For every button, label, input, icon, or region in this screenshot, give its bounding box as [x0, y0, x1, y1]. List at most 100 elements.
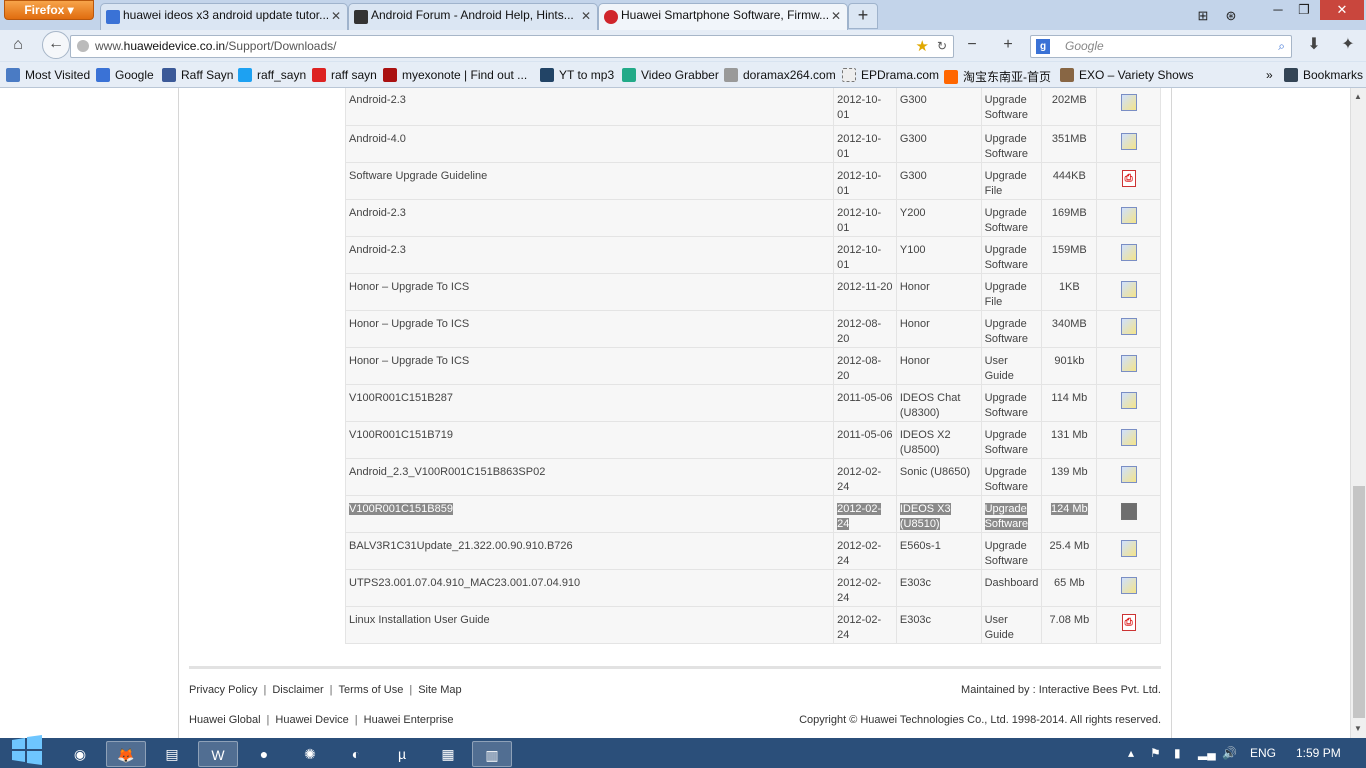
volume-icon[interactable]: 🔊 [1222, 746, 1237, 760]
close-tab-icon[interactable]: ✕ [331, 9, 341, 23]
device-model: IDEOS X3 (U8510) [899, 503, 951, 530]
home-icon[interactable]: ⌂ [6, 33, 30, 57]
app-taskbar-icon[interactable]: ● [244, 741, 284, 767]
bookmark-raff-sayn-youtube[interactable]: raff sayn [312, 68, 377, 82]
downloads-icon[interactable]: ⬇ [1302, 33, 1326, 57]
vertical-scrollbar[interactable]: ▲ ▼ [1350, 88, 1366, 738]
action-center-flag-icon[interactable]: ⚑ [1150, 746, 1161, 760]
app-taskbar-icon[interactable]: ◐ [336, 741, 376, 767]
new-tab-button[interactable]: + [848, 3, 878, 29]
huawei-enterprise-link[interactable]: Huawei Enterprise [364, 714, 454, 726]
language-indicator[interactable]: ENG [1250, 746, 1276, 760]
signal-icon[interactable]: ▂▄ [1198, 746, 1216, 760]
download-icon[interactable] [1120, 133, 1137, 150]
network-icon[interactable]: ▮ [1174, 746, 1181, 760]
bookmark-exo-variety-shows[interactable]: EXO – Variety Shows [1060, 68, 1194, 82]
bookmark-yt-to-mp3[interactable]: YT to mp3 [540, 68, 614, 82]
bookmarks-menu-button[interactable]: Bookmarks [1284, 68, 1363, 82]
download-icon[interactable] [1120, 392, 1137, 409]
bookmark-most-visited[interactable]: Most Visited [6, 68, 90, 82]
pdf-icon[interactable]: ⎙ [1121, 170, 1136, 187]
file-name: Android-2.3 [349, 244, 406, 256]
firefox-menu-button[interactable]: Firefox ▾ [4, 0, 94, 20]
maintained-by-text: Maintained by : Interactive Bees Pvt. Lt… [961, 684, 1161, 696]
huawei-global-link[interactable]: Huawei Global [189, 714, 261, 726]
google-search-engine-icon[interactable]: g [1036, 39, 1050, 54]
download-icon[interactable] [1120, 281, 1137, 298]
utorrent-taskbar-icon[interactable]: µ [382, 741, 422, 767]
download-cell: ⎙ [1096, 162, 1161, 200]
winrar-taskbar-icon[interactable]: ▥ [472, 741, 512, 767]
bookmark-taobao[interactable]: 淘宝东南亚-首页 [944, 68, 1051, 85]
bookmark-star-icon[interactable]: ★ [916, 36, 929, 57]
device-model-cell: Honor [895, 310, 982, 348]
bookmark-google[interactable]: Google [96, 68, 154, 82]
reload-icon[interactable]: ↻ [937, 36, 947, 57]
file-type-cell: Upgrade Software [980, 236, 1043, 274]
bookmarks-overflow-chevron-icon[interactable]: » [1266, 68, 1273, 82]
tab-huawei-ideos-tutorial[interactable]: huawei ideos x3 android update tutor... … [100, 3, 348, 30]
chrome-taskbar-icon[interactable]: ◉ [60, 741, 100, 767]
file-size: 169MB [1051, 207, 1087, 219]
file-type: Upgrade Software [984, 466, 1028, 493]
file-size: 444KB [1052, 170, 1086, 182]
zoom-in-button[interactable]: + [996, 33, 1020, 57]
download-icon[interactable] [1120, 207, 1137, 224]
search-icon[interactable]: ⌕ [1278, 36, 1285, 57]
close-tab-icon[interactable]: ✕ [581, 9, 591, 23]
windows-start-icon[interactable] [10, 732, 44, 766]
site-map-link[interactable]: Site Map [418, 684, 461, 696]
privacy-policy-link[interactable]: Privacy Policy [189, 684, 257, 696]
back-button[interactable]: ← [42, 31, 70, 59]
scrollbar-thumb[interactable] [1353, 486, 1365, 718]
video-editor-taskbar-icon[interactable]: ▦ [428, 741, 468, 767]
download-icon[interactable] [1120, 318, 1137, 335]
firefox-taskbar-icon[interactable]: 🦊 [106, 741, 146, 767]
close-tab-icon[interactable]: ✕ [831, 9, 841, 23]
addon-icon[interactable]: ⊛ [1218, 6, 1244, 26]
download-icon[interactable] [1120, 355, 1137, 372]
huawei-device-link[interactable]: Huawei Device [275, 714, 348, 726]
file-size-cell: 444KB [1041, 162, 1098, 200]
terms-of-use-link[interactable]: Terms of Use [339, 684, 404, 696]
download-row: V100R001C151B719 2011-05-06 IDEOS X2 (U850… [344, 421, 1161, 459]
download-icon[interactable] [1120, 540, 1137, 557]
download-icon[interactable] [1120, 466, 1137, 483]
download-icon[interactable] [1120, 94, 1137, 111]
bookmark-doramax264[interactable]: doramax264.com [724, 68, 836, 82]
close-window-button[interactable]: ✕ [1320, 0, 1364, 20]
download-icon[interactable] [1120, 244, 1137, 261]
download-icon[interactable] [1120, 577, 1137, 594]
file-explorer-taskbar-icon[interactable]: ▤ [152, 741, 192, 767]
bookmark-video-grabber[interactable]: Video Grabber [622, 68, 719, 82]
tab-android-forum[interactable]: Android Forum - Android Help, Hints... ✕ [348, 3, 598, 30]
bookmark-raff-sayn-facebook[interactable]: Raff Sayn [162, 68, 233, 82]
tab-groups-icon[interactable]: ⊞ [1186, 6, 1220, 26]
file-name: Android-2.3 [349, 94, 406, 106]
addon-toolbar-icon[interactable]: ✦ [1336, 33, 1360, 57]
release-date: 2011-05-06 [837, 429, 893, 441]
scroll-up-arrow-icon[interactable]: ▲ [1354, 92, 1362, 101]
pdf-icon[interactable]: ⎙ [1121, 614, 1136, 631]
download-icon[interactable] [1120, 429, 1137, 446]
disclaimer-link[interactable]: Disclaimer [272, 684, 323, 696]
device-model: E560s-1 [899, 540, 941, 552]
file-name-cell: Android-2.3 [344, 88, 835, 126]
app-taskbar-icon[interactable]: ✺ [290, 741, 330, 767]
file-type: Upgrade Software [984, 540, 1028, 567]
address-bar[interactable]: www.huaweidevice.co.in/Support/Downloads… [70, 35, 954, 58]
word-taskbar-icon[interactable]: W [198, 741, 238, 767]
file-type-cell: Upgrade Software [980, 125, 1043, 163]
tab-huawei-software[interactable]: Huawei Smartphone Software, Firmw... ✕ [598, 3, 848, 30]
download-icon[interactable] [1120, 503, 1137, 520]
bookmark-myexonote[interactable]: myexonote | Find out ... [383, 68, 527, 82]
scroll-down-arrow-icon[interactable]: ▼ [1354, 724, 1362, 733]
zoom-out-button[interactable]: − [960, 33, 984, 57]
bookmark-epdrama[interactable]: EPDrama.com [842, 68, 939, 82]
file-size: 202MB [1051, 94, 1087, 106]
search-input[interactable]: g Google ⌕ [1030, 35, 1292, 58]
bookmark-raff-sayn-twitter[interactable]: raff_sayn [238, 68, 306, 82]
device-model: Honor [899, 281, 930, 293]
show-hidden-icons-icon[interactable]: ▴ [1128, 746, 1134, 760]
clock[interactable]: 1:59 PM [1296, 746, 1341, 760]
